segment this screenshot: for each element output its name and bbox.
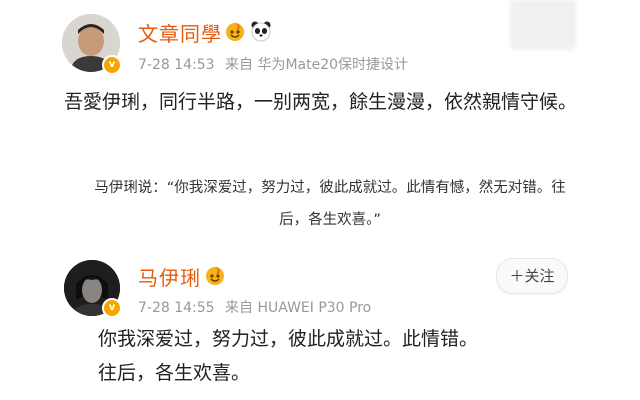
- post-source: 来自 华为Mate20保时捷设计: [225, 57, 409, 73]
- fire-emoji-icon: [224, 20, 246, 41]
- verified-badge-icon: v: [102, 55, 122, 75]
- follow-button[interactable]: ＋关注: [496, 258, 568, 294]
- post-body: 你我深爱过，努力过，彼此成就过。此情错。往后，各生欢喜。: [98, 328, 479, 384]
- caption-line-2: 后，各生欢喜。”: [279, 212, 381, 228]
- post-meta: 7-28 14:55 来自 HUAWEI P30 Pro: [138, 297, 371, 317]
- post-source: 来自 HUAWEI P30 Pro: [225, 300, 372, 316]
- verified-badge-icon: v: [102, 298, 122, 318]
- post-time: 7-28 14:55: [138, 300, 215, 316]
- post-meta: 7-28 14:53 来自 华为Mate20保时捷设计: [138, 54, 408, 74]
- panda-emoji-icon: [250, 20, 272, 42]
- caption-quote: 马伊琍说：“你我深爱过，努力过，彼此成就过。此情有憾，然无对错。往 后，各生欢喜…: [60, 172, 600, 236]
- username[interactable]: 马伊琍: [138, 262, 201, 291]
- fire-emoji-icon: [204, 264, 226, 285]
- post-body: 吾愛伊琍，同行半路，一别两宽，餘生漫漫，依然親情守候。: [64, 91, 578, 113]
- weibo-post-wenzhang: v 文章同學 7-28 14:53 来自 华为Mate20保时捷设计 吾愛伊琍，…: [0, 0, 640, 170]
- post-time: 7-28 14:53: [138, 57, 215, 73]
- username[interactable]: 文章同學: [138, 18, 222, 47]
- caption-line-1: 马伊琍说：“你我深爱过，努力过，彼此成就过。此情有憾，然无对错。往: [94, 180, 566, 196]
